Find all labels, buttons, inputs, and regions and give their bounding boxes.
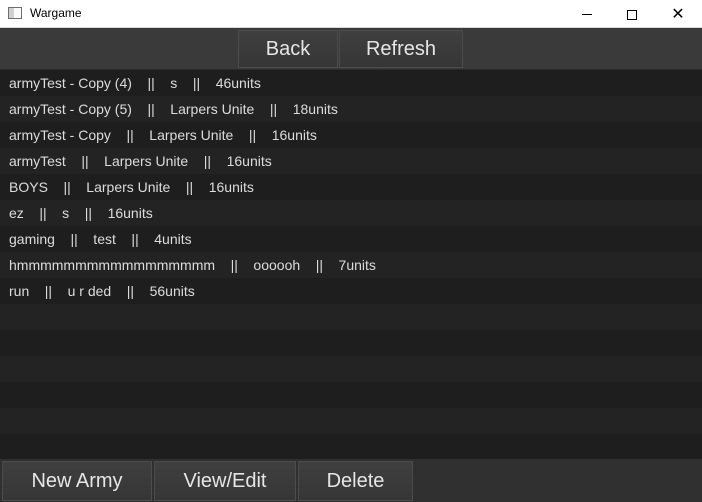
close-icon: ✕ [671, 4, 685, 23]
minimize-icon [582, 14, 592, 15]
empty-list-row [0, 356, 702, 382]
army-list-item[interactable]: armyTest - Copy || Larpers Unite || 16un… [0, 122, 702, 148]
window-title: Wargame [30, 6, 82, 20]
army-list-item[interactable]: BOYS || Larpers Unite || 16units [0, 174, 702, 200]
army-list[interactable]: armyTest - Copy (4) || s || 46units army… [0, 70, 702, 459]
empty-list-row [0, 382, 702, 408]
army-list-item[interactable]: hmmmmmmmmmmmmmmmmm || oooooh || 7units [0, 252, 702, 278]
close-button[interactable]: ✕ [655, 0, 701, 27]
empty-list-row [0, 434, 702, 459]
empty-list-row [0, 304, 702, 330]
maximize-icon [627, 9, 637, 20]
view-edit-button[interactable]: View/Edit [154, 461, 296, 501]
delete-button[interactable]: Delete [298, 461, 413, 501]
empty-list-row [0, 408, 702, 434]
title-bar[interactable]: Wargame ✕ [0, 0, 702, 28]
bottom-toolbar: New Army View/Edit Delete [0, 459, 702, 502]
new-army-button[interactable]: New Army [2, 461, 152, 501]
army-list-item[interactable]: ez || s || 16units [0, 200, 702, 226]
top-toolbar: Back Refresh [0, 28, 702, 69]
army-list-item[interactable]: gaming || test || 4units [0, 226, 702, 252]
maximize-button[interactable] [609, 0, 655, 27]
army-list-item[interactable]: armyTest - Copy (5) || Larpers Unite || … [0, 96, 702, 122]
empty-list-row [0, 330, 702, 356]
back-button[interactable]: Back [238, 30, 338, 68]
army-list-item[interactable]: armyTest - Copy (4) || s || 46units [0, 70, 702, 96]
army-list-item[interactable]: armyTest || Larpers Unite || 16units [0, 148, 702, 174]
minimize-button[interactable] [564, 0, 610, 27]
refresh-button[interactable]: Refresh [339, 30, 463, 68]
app-window-icon [8, 7, 22, 19]
army-list-item[interactable]: run || u r ded || 56units [0, 278, 702, 304]
